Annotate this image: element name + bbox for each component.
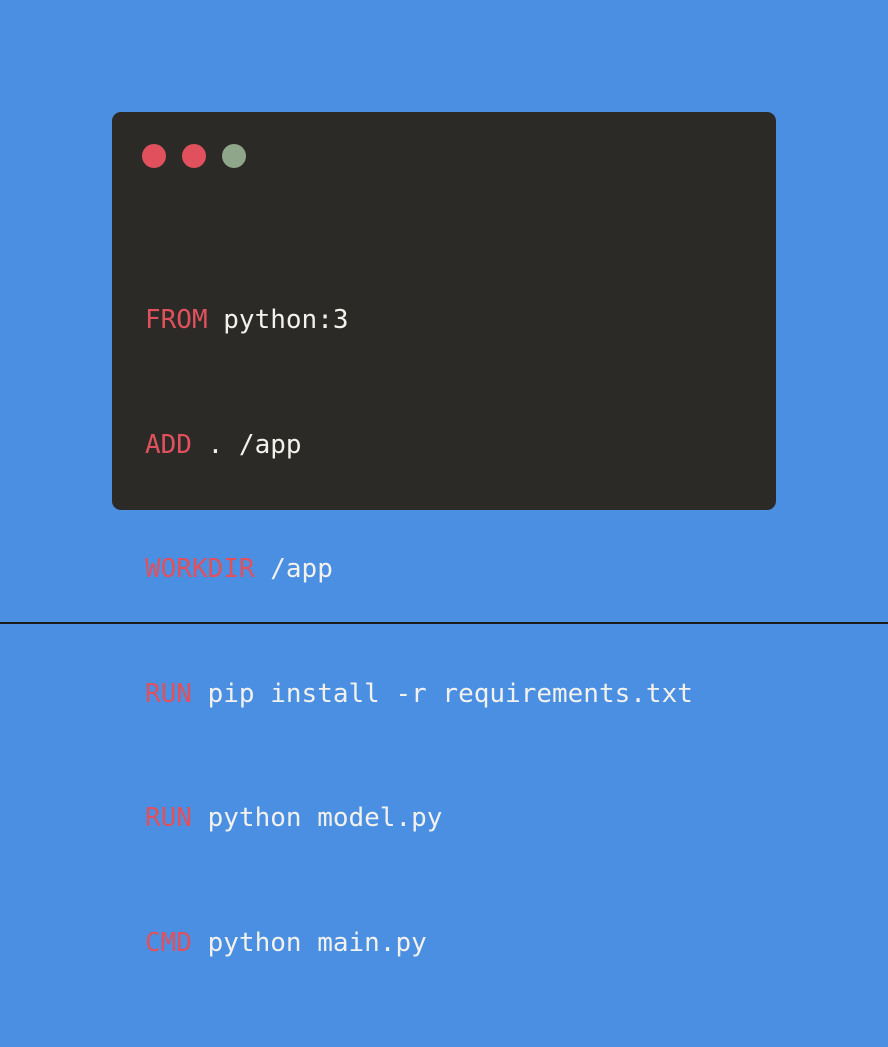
code-line-1: FROM python:3 <box>145 300 693 342</box>
close-dot-icon[interactable] <box>142 144 166 168</box>
code-line-5: RUN python model.py <box>145 798 693 840</box>
code-keyword: CMD <box>145 927 192 958</box>
code-args: /app <box>270 554 333 584</box>
code-line-6: CMD python main.py <box>145 923 693 965</box>
maximize-dot-icon[interactable] <box>222 144 246 168</box>
code-args: python model.py <box>207 803 443 833</box>
code-args: python main.py <box>207 927 427 958</box>
code-keyword: RUN <box>145 803 192 833</box>
minimize-dot-icon[interactable] <box>182 144 206 168</box>
code-block: FROM python:3 ADD . /app WORKDIR /app RU… <box>145 217 693 1047</box>
code-args: pip install -r requirements.txt <box>207 678 693 709</box>
code-window: FROM python:3 ADD . /app WORKDIR /app RU… <box>112 112 776 958</box>
code-line-2: ADD . /app <box>145 425 693 467</box>
code-line-4: RUN pip install -r requirements.txt <box>145 674 693 716</box>
code-keyword: RUN <box>145 678 192 709</box>
code-args: . /app <box>207 429 302 460</box>
code-args: python:3 <box>223 305 349 335</box>
code-line-3: WORKDIR /app <box>145 549 693 591</box>
code-keyword: WORKDIR <box>145 554 255 584</box>
code-keyword: FROM <box>145 305 208 335</box>
code-keyword: ADD <box>145 429 192 460</box>
